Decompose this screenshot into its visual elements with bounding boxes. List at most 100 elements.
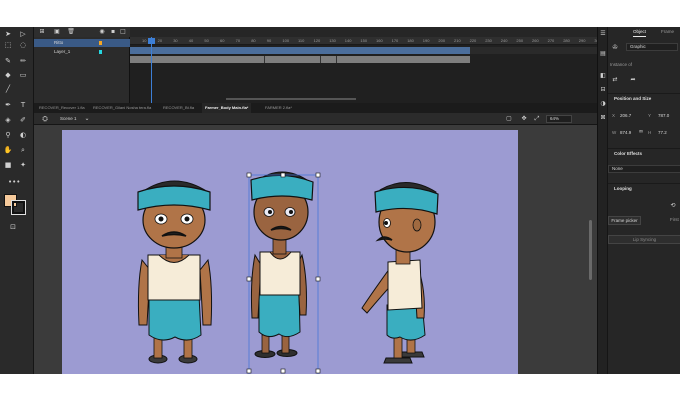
looping-header[interactable]: Looping	[608, 183, 680, 193]
asset-warp-tool-icon[interactable]: ✦	[18, 160, 28, 170]
transform-handle[interactable]	[246, 368, 252, 374]
ruler-tick: 290	[578, 38, 586, 43]
rectangle-tool-icon[interactable]: ▭	[18, 70, 28, 80]
lock-icon[interactable]: ▪	[108, 27, 118, 37]
frame-picker-button[interactable]: Frame picker	[608, 216, 641, 225]
paint-bucket-icon[interactable]: ◈	[3, 115, 13, 125]
transform-handle[interactable]	[315, 368, 321, 374]
layer-row-layer-1[interactable]: Layer_1	[34, 48, 130, 56]
keyframe-marker[interactable]	[264, 56, 265, 63]
text-tool-icon[interactable]: T	[18, 100, 28, 110]
tools-panel: ➤ ▷ ⬚ ◌ ✎ ✏ ◆ ▭ ╱ ✒ T ◈ ✐ ⚲ ◐ ✋ ⌕ ■ ✦ ••…	[0, 27, 34, 374]
transform-handle[interactable]	[315, 276, 321, 282]
zoom-level-field[interactable]: 64%	[546, 115, 572, 123]
brush-tool-icon[interactable]: ✎	[3, 56, 13, 66]
farmer-front-view[interactable]	[137, 180, 213, 364]
color-effects-header[interactable]: Color Effects	[608, 148, 680, 158]
y-value-field[interactable]: 787.0	[658, 113, 669, 118]
zoom-tool-icon[interactable]: ⌕	[18, 145, 28, 155]
tab-object[interactable]: Object	[633, 27, 647, 37]
symbol-type-dropdown[interactable]: Graphic	[626, 43, 678, 51]
position-size-header[interactable]: Position and Size	[608, 93, 680, 103]
doc-tab-recover-bt[interactable]: RECOVER_Bt.fla	[160, 103, 197, 113]
ruler-tick: 140	[344, 38, 352, 43]
farmer-three-quarter-view[interactable]	[246, 171, 321, 374]
layer1-frame-span[interactable]	[130, 56, 470, 63]
transform-handle[interactable]	[280, 368, 286, 374]
camera-tool-icon[interactable]: ■	[3, 160, 13, 170]
clip-content-icon[interactable]: ▢	[504, 114, 514, 124]
selection-tool-icon[interactable]: ➤	[3, 29, 13, 39]
color-panel-icon[interactable]: ◑	[598, 99, 608, 109]
ritto-frame-span[interactable]	[130, 47, 470, 54]
new-layer-icon[interactable]: ⊞	[37, 27, 47, 37]
swap-symbol-icon[interactable]: ⇄	[610, 75, 620, 85]
center-stage-icon[interactable]: ✥	[519, 114, 529, 124]
delete-layer-icon[interactable]: 🗑	[66, 27, 76, 37]
doc-tab-farmer-2[interactable]: FARMER 2.fla*	[262, 103, 295, 113]
keyframe-marker[interactable]	[336, 56, 337, 63]
snap-icon[interactable]: ⊡	[8, 222, 18, 232]
subselection-tool-icon[interactable]: ▷	[18, 29, 28, 39]
show-hide-icon[interactable]: ◉	[97, 27, 107, 37]
free-transform-tool-icon[interactable]: ⬚	[3, 40, 13, 50]
layer-row-ritto[interactable]: Ritto	[34, 39, 130, 47]
stroke-color-swatch[interactable]	[11, 200, 26, 215]
playhead[interactable]	[151, 37, 152, 103]
h-value-field[interactable]: 77.2	[658, 130, 667, 135]
library-panel-icon[interactable]: ▤	[598, 49, 608, 59]
animate-app: ➤ ▷ ⬚ ◌ ✎ ✏ ◆ ▭ ╱ ✒ T ◈ ✐ ⚲ ◐ ✋ ⌕ ■ ✦ ••…	[0, 27, 680, 374]
transform-panel-icon[interactable]: ⊠	[598, 113, 608, 123]
properties-panel-icon[interactable]: ☰	[598, 29, 608, 39]
edit-symbol-icon[interactable]: ➦	[628, 75, 638, 85]
w-value-field[interactable]: 874.9	[620, 130, 631, 135]
ritto-empty-frames[interactable]	[470, 47, 597, 54]
scene-selector[interactable]: Scene 1	[60, 113, 77, 125]
scene-icon[interactable]: ⛭	[40, 114, 50, 124]
transform-handle[interactable]	[246, 276, 252, 282]
lip-syncing-button[interactable]: Lip Syncing	[608, 235, 680, 244]
h-label: H	[648, 130, 652, 135]
doc-tab-gilani[interactable]: RECOVER_Gilani Nosha tera.fla	[90, 103, 154, 113]
lasso-tool-icon[interactable]: ◌	[18, 40, 28, 50]
chevron-down-icon[interactable]: ⌄	[82, 114, 92, 124]
frame-ruler[interactable]: 1015202530354045505560657075808590951001…	[130, 37, 601, 45]
tab-frame[interactable]: Frame	[661, 27, 674, 37]
line-tool-icon[interactable]: ╱	[3, 84, 13, 94]
frames-grid[interactable]	[130, 45, 597, 103]
layer-name: Layer_1	[54, 49, 71, 54]
timeline-scrollbar[interactable]	[226, 98, 356, 100]
transform-handle[interactable]	[246, 172, 252, 178]
doc-tab-farmer-body[interactable]: Farmer_Body Main.fla*	[202, 103, 252, 113]
color-effect-dropdown[interactable]: None	[608, 165, 680, 173]
new-folder-icon[interactable]: ▣	[52, 27, 62, 37]
x-label: X	[612, 113, 616, 118]
pencil-tool-icon[interactable]: ✏	[18, 56, 28, 66]
ruler-tick: 220	[469, 38, 477, 43]
farmer-side-view[interactable]	[361, 182, 439, 364]
keyframe-marker[interactable]	[320, 56, 321, 63]
ruler-tick: 170	[391, 38, 399, 43]
x-value-field[interactable]: 206.7	[620, 113, 631, 118]
loop-icon[interactable]: ⟲	[668, 201, 678, 211]
align-panel-icon[interactable]: ⊟	[598, 85, 608, 95]
outline-icon[interactable]: □	[118, 27, 128, 37]
layer-color-swatch	[99, 41, 102, 45]
assets-panel-icon[interactable]: ◧	[598, 71, 608, 81]
link-dimensions-icon[interactable]: ∞	[636, 127, 646, 137]
eyedropper-tool-icon[interactable]: ✐	[18, 115, 28, 125]
more-tools-icon[interactable]: •••	[8, 177, 20, 187]
eraser-tool-icon[interactable]: ◆	[3, 70, 13, 80]
doc-tab-recover-1[interactable]: RECOVER_Recover 1.fla	[36, 103, 88, 113]
pen-tool-icon[interactable]: ✒	[3, 100, 13, 110]
fit-stage-icon[interactable]: ⤢	[532, 114, 542, 124]
playhead-handle[interactable]	[148, 38, 155, 44]
stage-canvas[interactable]	[62, 130, 518, 374]
hand-tool-icon[interactable]: ✋	[3, 145, 13, 155]
transform-handle[interactable]	[280, 172, 286, 178]
bone-tool-icon[interactable]: ⚲	[3, 130, 13, 140]
width-tool-icon[interactable]: ◐	[18, 130, 28, 140]
ruler-tick: 10	[142, 38, 147, 43]
stage-vertical-scrollbar[interactable]	[589, 220, 592, 280]
transform-handle[interactable]	[315, 172, 321, 178]
